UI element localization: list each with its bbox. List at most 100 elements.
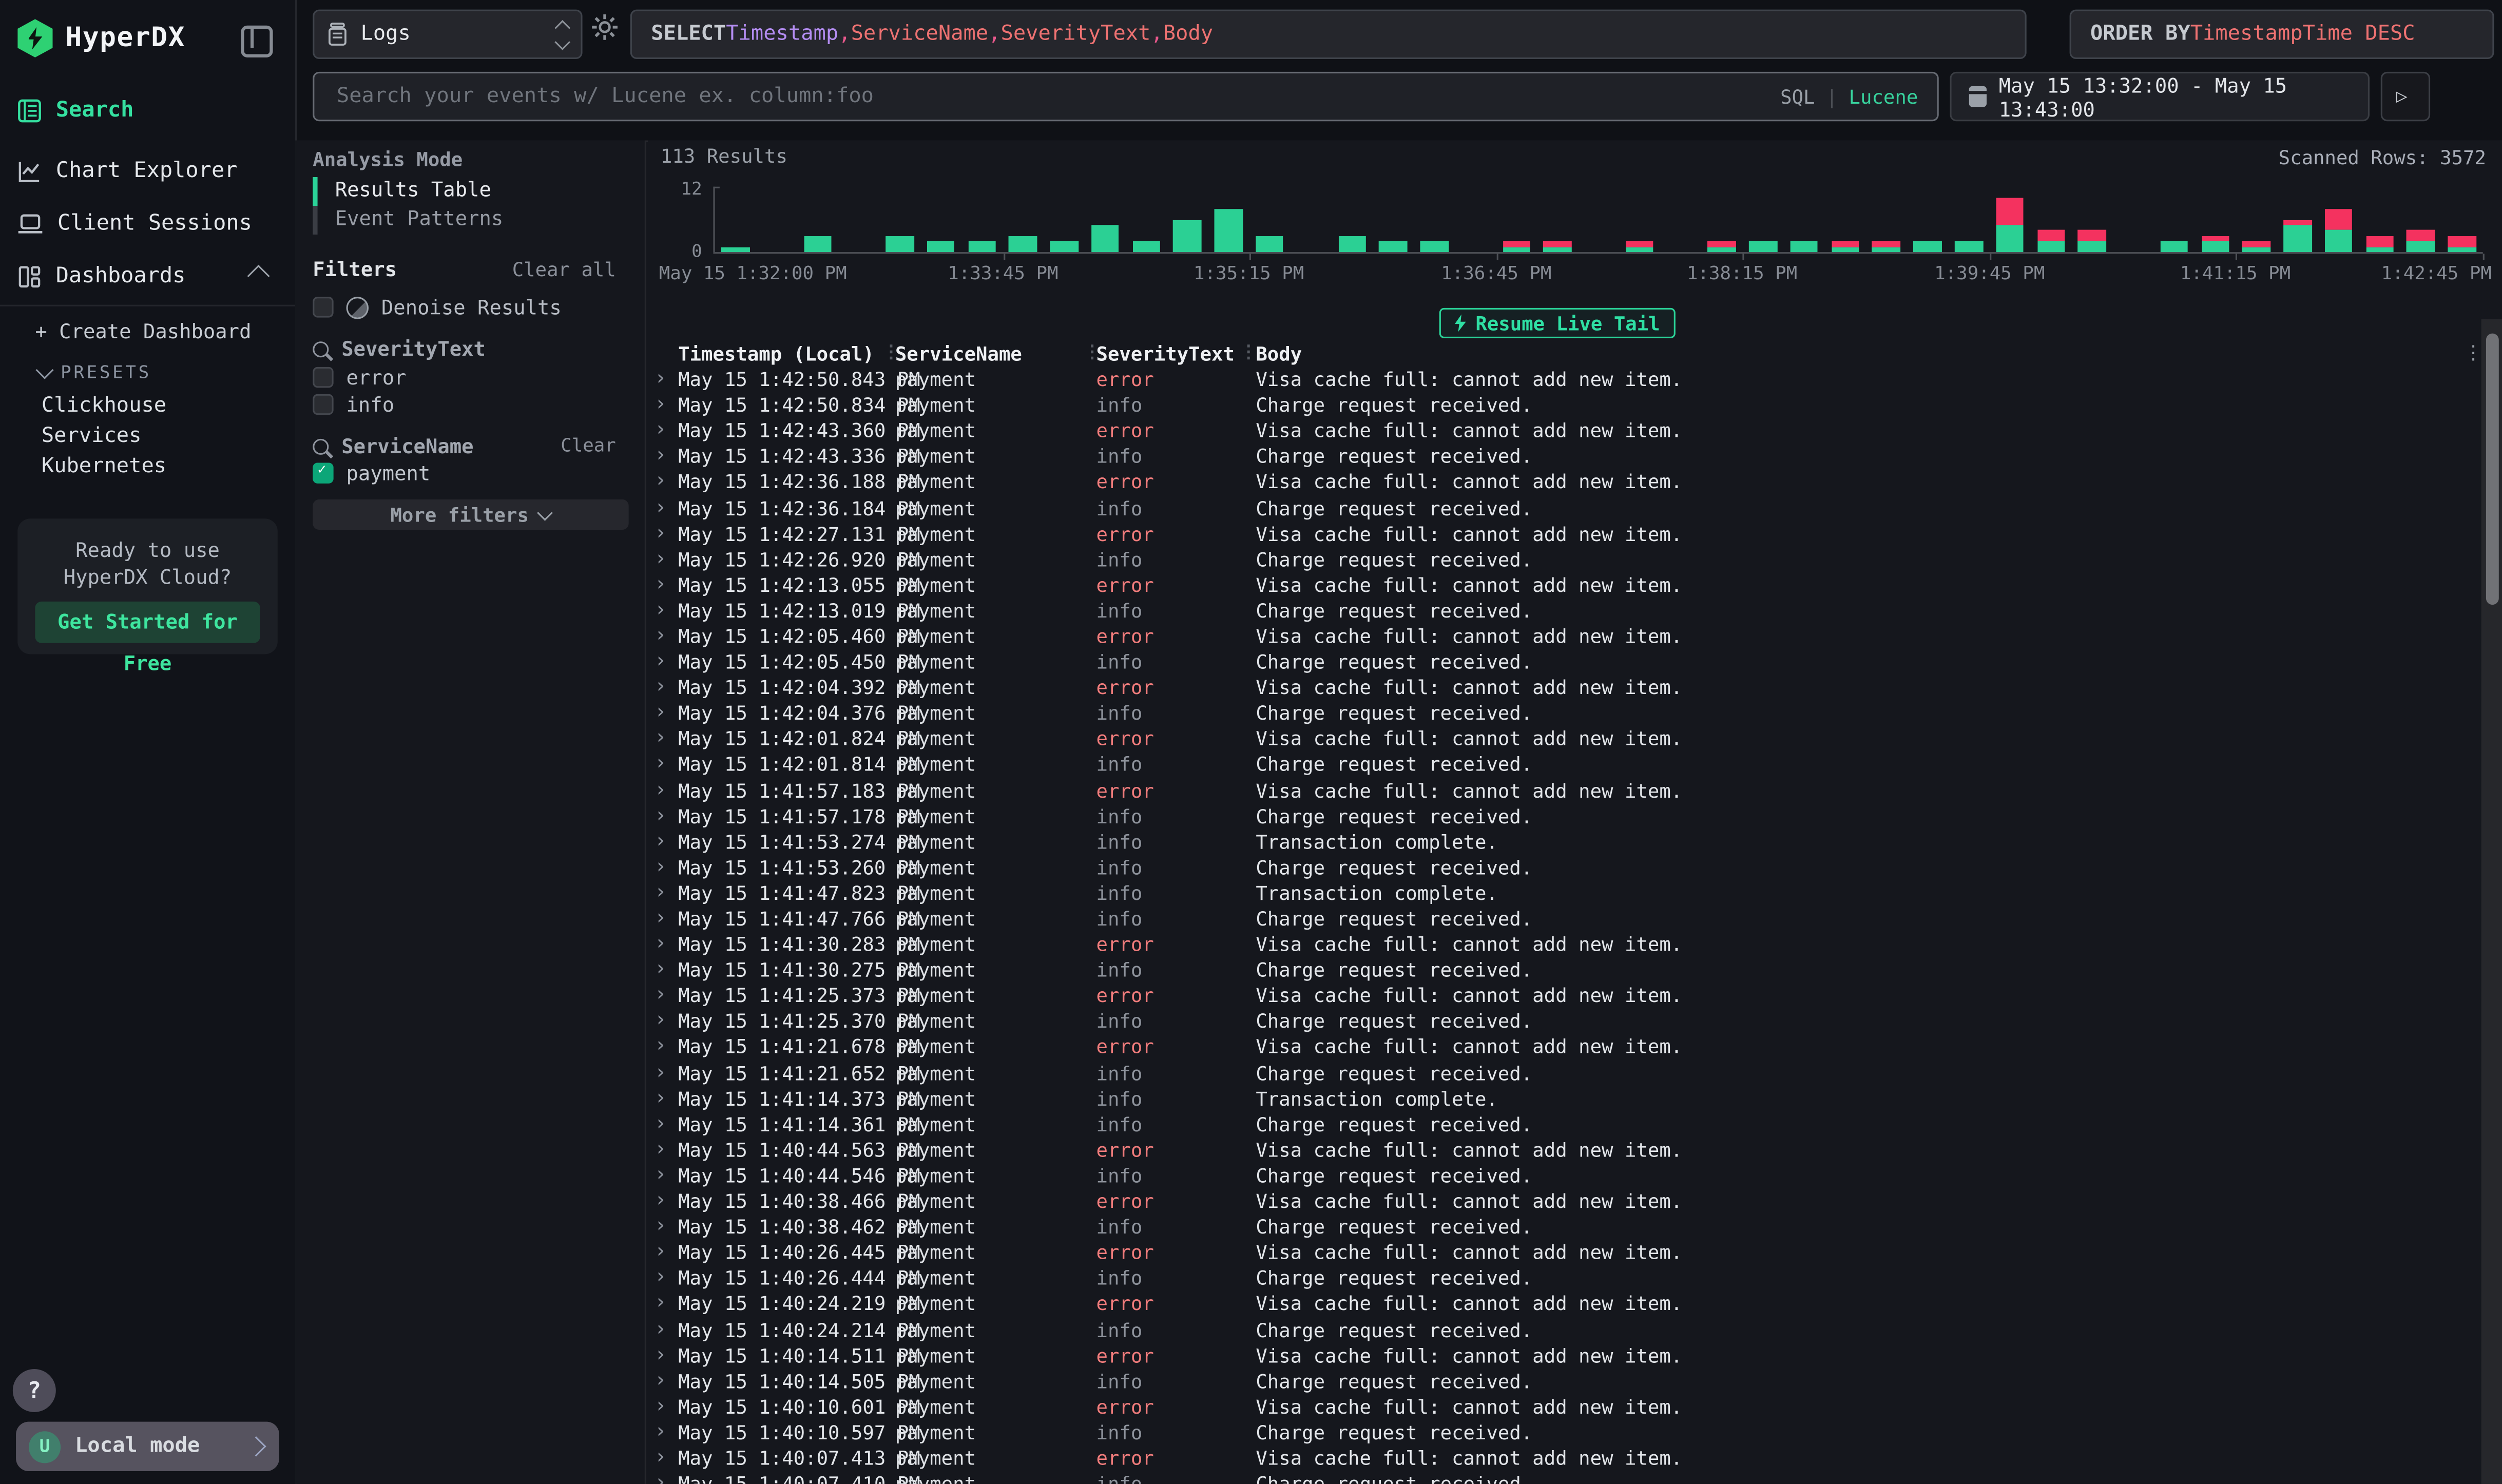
table-row[interactable]: ›May 15 1:41:57.178 PMpaymentinfoCharge …	[648, 803, 2467, 829]
search-input[interactable]	[334, 83, 1780, 110]
table-row[interactable]: ›May 15 1:42:50.843 PMpaymenterrorVisa c…	[648, 367, 2467, 393]
denoise-filter-row[interactable]: Denoise Results	[313, 295, 562, 319]
row-expand-chevron[interactable]: ›	[648, 574, 678, 596]
row-expand-chevron[interactable]: ›	[648, 1216, 678, 1239]
row-expand-chevron[interactable]: ›	[648, 625, 678, 648]
row-expand-chevron[interactable]: ›	[648, 934, 678, 956]
scrollbar-track[interactable]	[2481, 319, 2502, 1484]
row-expand-chevron[interactable]: ›	[648, 728, 678, 751]
row-expand-chevron[interactable]: ›	[648, 1113, 678, 1136]
row-expand-chevron[interactable]: ›	[648, 805, 678, 828]
table-row[interactable]: ›May 15 1:40:38.466 PMpaymenterrorVisa c…	[648, 1189, 2467, 1215]
histogram-bar[interactable]	[1626, 241, 1653, 252]
histogram-bar[interactable]	[2448, 236, 2476, 252]
row-expand-chevron[interactable]: ›	[648, 497, 678, 519]
payment-checkbox[interactable]	[313, 462, 333, 483]
table-row[interactable]: ›May 15 1:41:53.274 PMpaymentinfoTransac…	[648, 829, 2467, 855]
preset-services[interactable]: Services	[42, 425, 142, 449]
histogram-bar[interactable]	[2160, 241, 2188, 252]
histogram-bar[interactable]	[1091, 225, 1119, 252]
row-expand-chevron[interactable]: ›	[648, 703, 678, 725]
histogram-bar[interactable]	[1544, 241, 1571, 252]
presets-header[interactable]: PRESETS	[39, 362, 151, 383]
row-expand-chevron[interactable]: ›	[648, 1396, 678, 1418]
table-row[interactable]: ›May 15 1:42:26.920 PMpaymentinfoCharge …	[648, 547, 2467, 572]
column-resize-handle[interactable]: ⋮	[1084, 341, 1100, 362]
table-row[interactable]: ›May 15 1:42:01.814 PMpaymentinfoCharge …	[648, 752, 2467, 778]
table-row[interactable]: ›May 15 1:42:36.184 PMpaymentinfoCharge …	[648, 495, 2467, 521]
error-checkbox[interactable]	[313, 367, 333, 388]
table-row[interactable]: ›May 15 1:42:01.824 PMpaymenterrorVisa c…	[648, 726, 2467, 752]
row-expand-chevron[interactable]: ›	[648, 959, 678, 982]
row-expand-chevron[interactable]: ›	[648, 857, 678, 879]
row-expand-chevron[interactable]: ›	[648, 1190, 678, 1213]
sidebar-collapse-icon[interactable]	[241, 26, 273, 57]
service-clear-button[interactable]: Clear	[561, 434, 616, 456]
histogram-bar[interactable]	[1873, 241, 1900, 252]
histogram-bar[interactable]	[2201, 236, 2229, 252]
table-row[interactable]: ›May 15 1:40:07.413 PMpaymenterrorVisa c…	[648, 1446, 2467, 1471]
filter-option-error[interactable]: error	[313, 365, 406, 390]
filter-option-payment[interactable]: payment	[313, 461, 430, 485]
tab-event-patterns[interactable]: Event Patterns	[335, 206, 504, 230]
preset-clickhouse[interactable]: Clickhouse	[42, 394, 166, 418]
column-resize-handle[interactable]: ⋮	[1240, 341, 1256, 362]
tab-results-table[interactable]: Results Table	[335, 177, 491, 201]
histogram-bar[interactable]	[1215, 208, 1242, 252]
table-row[interactable]: ›May 15 1:42:04.376 PMpaymentinfoCharge …	[648, 701, 2467, 726]
gear-icon[interactable]	[590, 13, 619, 42]
help-button[interactable]: ?	[13, 1369, 56, 1412]
table-row[interactable]: ›May 15 1:41:57.183 PMpaymenterrorVisa c…	[648, 778, 2467, 803]
row-expand-chevron[interactable]: ›	[648, 1293, 678, 1316]
row-expand-chevron[interactable]: ›	[648, 1447, 678, 1470]
table-row[interactable]: ›May 15 1:41:21.678 PMpaymenterrorVisa c…	[648, 1035, 2467, 1061]
histogram-bar[interactable]	[721, 247, 749, 253]
table-row[interactable]: ›May 15 1:42:27.131 PMpaymenterrorVisa c…	[648, 521, 2467, 547]
row-expand-chevron[interactable]: ›	[648, 1062, 678, 1085]
histogram-bar[interactable]	[1009, 236, 1037, 252]
table-row[interactable]: ›May 15 1:41:30.275 PMpaymentinfoCharge …	[648, 958, 2467, 984]
row-expand-chevron[interactable]: ›	[648, 908, 678, 931]
info-checkbox[interactable]	[313, 394, 333, 415]
table-row[interactable]: ›May 15 1:42:04.392 PMpaymenterrorVisa c…	[648, 675, 2467, 701]
row-expand-chevron[interactable]: ›	[648, 446, 678, 468]
row-expand-chevron[interactable]: ›	[648, 1319, 678, 1341]
col-severitytext[interactable]: SeverityText	[1096, 342, 1256, 365]
histogram-bar[interactable]	[1996, 198, 2024, 252]
denoise-checkbox[interactable]	[313, 297, 333, 317]
row-expand-chevron[interactable]: ›	[648, 754, 678, 777]
table-row[interactable]: ›May 15 1:40:44.546 PMpaymentinfoCharge …	[648, 1163, 2467, 1189]
filter-option-info[interactable]: info	[313, 393, 394, 417]
table-row[interactable]: ›May 15 1:40:14.511 PMpaymenterrorVisa c…	[648, 1343, 2467, 1369]
table-options-icon[interactable]: ⋮	[2463, 344, 2482, 360]
table-row[interactable]: ›May 15 1:40:26.444 PMpaymentinfoCharge …	[648, 1266, 2467, 1292]
table-row[interactable]: ›May 15 1:41:47.766 PMpaymentinfoCharge …	[648, 906, 2467, 932]
row-expand-chevron[interactable]: ›	[648, 1139, 678, 1162]
search-icon[interactable]	[313, 438, 329, 454]
histogram-bar[interactable]	[1791, 241, 1818, 252]
histogram-bar[interactable]	[803, 236, 831, 252]
table-row[interactable]: ›May 15 1:40:44.563 PMpaymenterrorVisa c…	[648, 1138, 2467, 1163]
row-expand-chevron[interactable]: ›	[648, 1011, 678, 1033]
table-row[interactable]: ›May 15 1:41:47.823 PMpaymentinfoTransac…	[648, 880, 2467, 906]
table-row[interactable]: ›May 15 1:42:13.055 PMpaymenterrorVisa c…	[648, 572, 2467, 598]
row-expand-chevron[interactable]: ›	[648, 1242, 678, 1264]
row-expand-chevron[interactable]: ›	[648, 985, 678, 1008]
table-row[interactable]: ›May 15 1:41:53.260 PMpaymentinfoCharge …	[648, 855, 2467, 880]
table-row[interactable]: ›May 15 1:40:24.214 PMpaymentinfoCharge …	[648, 1317, 2467, 1343]
row-expand-chevron[interactable]: ›	[648, 1421, 678, 1444]
col-timestamp[interactable]: Timestamp (Local)	[678, 342, 895, 365]
histogram-bar[interactable]	[886, 236, 913, 252]
row-expand-chevron[interactable]: ›	[648, 1267, 678, 1290]
row-expand-chevron[interactable]: ›	[648, 600, 678, 622]
sidebar-item-chart-explorer[interactable]: Chart Explorer	[0, 150, 295, 191]
histogram-bar[interactable]	[2407, 230, 2435, 252]
sidebar-item-client-sessions[interactable]: Client Sessions	[0, 203, 295, 244]
source-select[interactable]: Logs	[313, 10, 582, 59]
row-expand-chevron[interactable]: ›	[648, 1344, 678, 1367]
row-expand-chevron[interactable]: ›	[648, 471, 678, 494]
table-row[interactable]: ›May 15 1:40:10.601 PMpaymenterrorVisa c…	[648, 1394, 2467, 1420]
lang-lucene-option[interactable]: Lucene	[1849, 85, 1918, 108]
col-body[interactable]: Body	[1256, 342, 2467, 365]
get-started-button[interactable]: Get Started for Free	[35, 602, 260, 643]
